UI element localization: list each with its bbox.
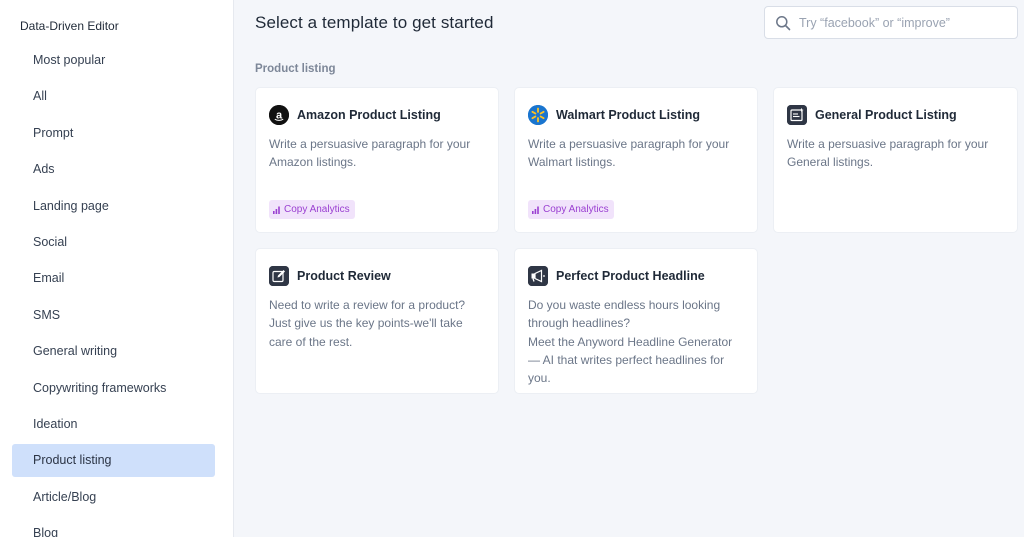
main-content: Select a template to get started Product… <box>234 0 1024 537</box>
badge-label: Copy Analytics <box>284 204 350 215</box>
sidebar-item-email[interactable]: Email <box>12 262 215 295</box>
template-card-walmart-product-listing[interactable]: Walmart Product Listing Write a persuasi… <box>514 87 758 233</box>
card-header: Walmart Product Listing <box>528 104 743 126</box>
sidebar-item-copywriting-frameworks[interactable]: Copywriting frameworks <box>12 372 215 405</box>
sidebar-item-prompt[interactable]: Prompt <box>12 117 215 150</box>
template-card-general-product-listing[interactable]: General Product Listing Write a persuasi… <box>773 87 1018 233</box>
copy-analytics-badge: Copy Analytics <box>269 200 355 219</box>
badge-label: Copy Analytics <box>543 204 609 215</box>
section-label: Product listing <box>255 63 336 75</box>
search-icon <box>776 15 791 30</box>
edit-square-icon <box>269 266 289 286</box>
card-header: Perfect Product Headline <box>528 265 743 287</box>
card-description: Write a persuasive paragraph for your Am… <box>269 137 471 170</box>
sidebar-item-product-listing[interactable]: Product listing <box>12 444 215 478</box>
template-card-amazon-product-listing[interactable]: a Amazon Product Listing Write a persuas… <box>255 87 499 233</box>
card-description: Write a persuasive paragraph for your Ge… <box>787 137 989 170</box>
card-title: Amazon Product Listing <box>297 108 441 122</box>
search-input[interactable] <box>799 15 1009 30</box>
card-header: a Amazon Product Listing <box>269 104 484 126</box>
card-description: Write a persuasive paragraph for your Wa… <box>528 137 730 170</box>
card-title: Walmart Product Listing <box>556 108 700 122</box>
sidebar-item-ideation[interactable]: Ideation <box>12 408 215 441</box>
amazon-icon: a <box>269 105 289 125</box>
sidebar: Data-Driven Editor Most popular All Prom… <box>0 0 234 537</box>
walmart-icon <box>528 105 548 125</box>
sidebar-item-blog[interactable]: Blog <box>12 517 215 537</box>
template-grid: a Amazon Product Listing Write a persuas… <box>255 87 1018 394</box>
card-header: Product Review <box>269 265 484 287</box>
card-title: Product Review <box>297 269 391 283</box>
search-box[interactable] <box>764 6 1018 39</box>
sidebar-item-general-writing[interactable]: General writing <box>12 335 215 368</box>
sidebar-title: Data-Driven Editor <box>20 19 119 33</box>
sidebar-item-article-blog[interactable]: Article/Blog <box>12 481 215 514</box>
sidebar-item-all[interactable]: All <box>12 80 215 113</box>
document-sparkle-icon <box>787 105 807 125</box>
sidebar-item-landing-page[interactable]: Landing page <box>12 190 215 223</box>
sidebar-item-ads[interactable]: Ads <box>12 153 215 186</box>
template-card-product-review[interactable]: Product Review Need to write a review fo… <box>255 248 499 394</box>
bar-chart-icon <box>532 206 539 214</box>
sidebar-item-social[interactable]: Social <box>12 226 215 259</box>
sidebar-item-sms[interactable]: SMS <box>12 299 215 332</box>
megaphone-icon <box>528 266 548 286</box>
sidebar-list: Most popular All Prompt Ads Landing page… <box>0 44 233 537</box>
card-title: General Product Listing <box>815 108 957 122</box>
copy-analytics-badge: Copy Analytics <box>528 200 614 219</box>
card-title: Perfect Product Headline <box>556 269 705 283</box>
bar-chart-icon <box>273 206 280 214</box>
card-description: Do you waste endless hours looking throu… <box>528 298 733 386</box>
sidebar-item-most-popular[interactable]: Most popular <box>12 44 215 77</box>
card-description: Need to write a review for a product? Ju… <box>269 298 466 349</box>
page-title: Select a template to get started <box>255 13 494 32</box>
template-card-perfect-product-headline[interactable]: Perfect Product Headline Do you waste en… <box>514 248 758 394</box>
app-window: Data-Driven Editor Most popular All Prom… <box>0 0 1024 537</box>
header: Select a template to get started <box>255 0 1018 46</box>
card-header: General Product Listing <box>787 104 1003 126</box>
